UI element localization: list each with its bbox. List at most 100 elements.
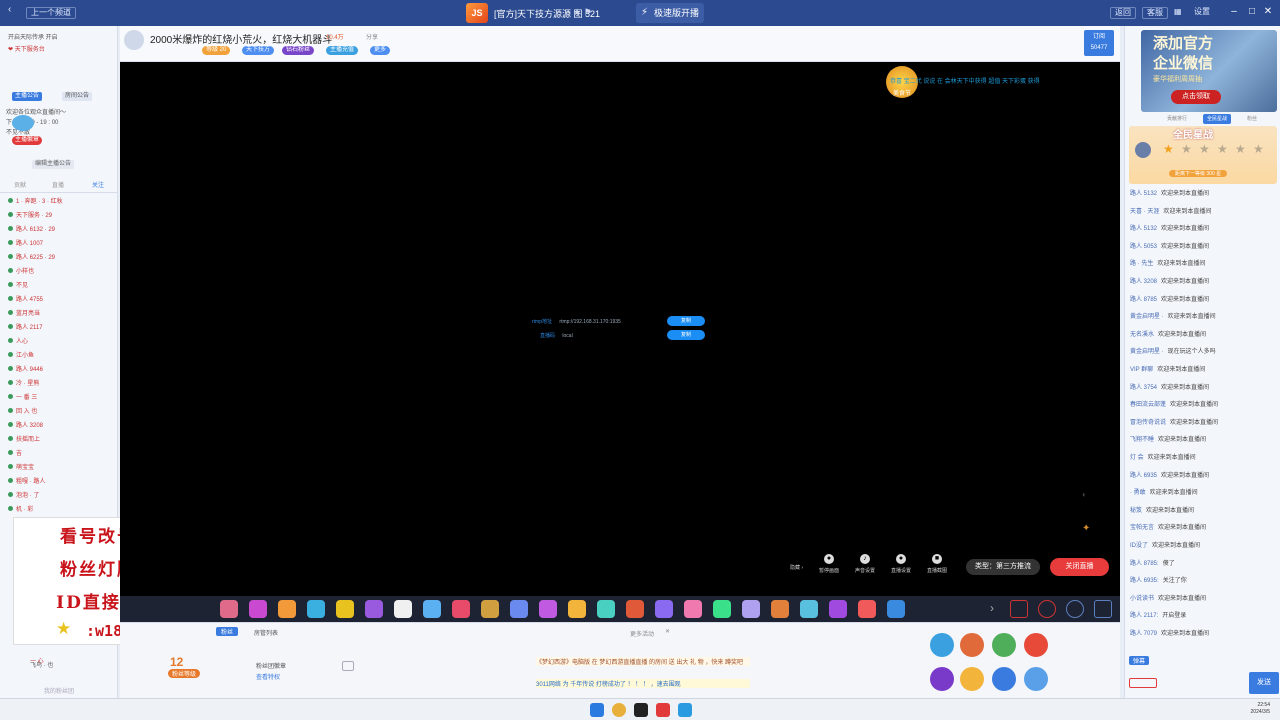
sound-settings-button[interactable]: ♪ 声音设置 bbox=[850, 554, 880, 574]
activity-icon[interactable] bbox=[1066, 600, 1084, 618]
copy-key-button[interactable]: 复制 bbox=[667, 330, 705, 340]
live-settings-button[interactable]: ● 直播设置 bbox=[886, 554, 916, 574]
chat-message[interactable]: 路人 2117: 开启登录 bbox=[1130, 610, 1276, 619]
chat-message[interactable]: 路 · 先生 欢迎来到本直播间 bbox=[1130, 258, 1276, 267]
gift-next-icon[interactable]: › bbox=[990, 601, 994, 615]
return-button[interactable]: 返回 bbox=[1110, 7, 1136, 19]
chat-message[interactable]: 飞翔不睡 欢迎来到本直播间 bbox=[1130, 434, 1276, 443]
tab-contribution[interactable]: 贡献 bbox=[14, 180, 26, 189]
fan-group-link[interactable]: 我的粉丝团 bbox=[44, 686, 74, 695]
gift-box-icon[interactable] bbox=[1010, 600, 1028, 618]
chat-message[interactable]: 路人 7079 欢迎来到本直播间 bbox=[1130, 628, 1276, 637]
gift-icon[interactable] bbox=[307, 600, 325, 618]
list-item[interactable]: 小样也 bbox=[8, 266, 34, 275]
privilege-link[interactable]: 查看特权 bbox=[256, 672, 280, 681]
chat-user[interactable]: · 勇敢 bbox=[1130, 490, 1146, 496]
gift-icon[interactable] bbox=[742, 600, 760, 618]
chat-user[interactable]: ID没了 bbox=[1130, 543, 1148, 549]
chat-user[interactable]: 灯 会 bbox=[1130, 455, 1144, 461]
chat-user[interactable]: 路人 5053 bbox=[1130, 244, 1157, 250]
chat-user[interactable]: 路人 2117: bbox=[1130, 613, 1158, 619]
gift-icon[interactable] bbox=[481, 600, 499, 618]
chat-message[interactable]: 春田流云部蓬 欢迎来到本直播间 bbox=[1130, 399, 1276, 408]
news-close-icon[interactable]: ✕ bbox=[665, 628, 670, 635]
list-item[interactable]: 路人 9446 bbox=[8, 364, 43, 373]
chat-user[interactable]: 春田流云部蓬 bbox=[1130, 402, 1166, 408]
chat-message[interactable]: · 勇敢 欢迎来到本直播间 bbox=[1130, 487, 1276, 496]
chat-message[interactable]: 路人 3754 欢迎来到本直播间 bbox=[1130, 382, 1276, 391]
news-line-1[interactable]: 《梦幻西游》电脑版 在 梦幻西游直播直播 的房间 送 出大 礼 物 ，快来 蹲奖… bbox=[536, 657, 750, 666]
chat-message[interactable]: 灯 会欢迎来到本直播间 bbox=[1130, 452, 1276, 461]
tab-fans-rank[interactable]: 粉丝 bbox=[1243, 114, 1261, 124]
chat-message[interactable]: 路人 3208 欢迎来到本直播间 bbox=[1130, 276, 1276, 285]
chat-tool-1[interactable]: 弹幕 bbox=[1129, 656, 1150, 665]
gift-icon[interactable] bbox=[626, 600, 644, 618]
list-item[interactable]: 1 · 奔跑 · 3 · 红秋 bbox=[8, 196, 63, 205]
gift-icon[interactable] bbox=[249, 600, 267, 618]
list-item[interactable]: 人心 bbox=[8, 336, 28, 345]
chat-user[interactable]: 路 · 先生 bbox=[1130, 261, 1153, 267]
room-title[interactable]: 2000米爆炸的红烧小荒火，红烧大机器斗 bbox=[150, 31, 332, 46]
chat-user[interactable]: 天喜 · 天涯 bbox=[1130, 209, 1159, 215]
wechat-ad-banner[interactable]: 添加官方 企业微信 豪华福利周周抽 点击领取 bbox=[1141, 30, 1277, 112]
gift-icon[interactable] bbox=[278, 600, 296, 618]
trash-icon[interactable] bbox=[1094, 600, 1112, 618]
gift-icon[interactable] bbox=[655, 600, 673, 618]
list-item[interactable]: 粗嘎 · 路人 bbox=[8, 476, 45, 485]
chat-message[interactable]: 黄金启明星 · 现在玩这个人多吗 bbox=[1130, 346, 1276, 355]
chat-user[interactable]: 路人 8785: bbox=[1130, 561, 1159, 567]
gift-icon[interactable] bbox=[568, 600, 586, 618]
list-item[interactable]: 蓝月亮当 bbox=[8, 308, 40, 317]
activity-icon-8[interactable] bbox=[1024, 667, 1048, 691]
chat-user[interactable]: 路人 3754 bbox=[1130, 385, 1157, 391]
chat-message[interactable]: 路人 8785: 傻了 bbox=[1130, 558, 1276, 567]
tab-star-war[interactable]: 全民星战 bbox=[1203, 114, 1232, 124]
chat-input[interactable] bbox=[1129, 678, 1157, 688]
chat-user[interactable]: 路人 5132 bbox=[1130, 226, 1157, 232]
channel-badge[interactable]: 天下技方 bbox=[242, 46, 275, 55]
recorder-icon[interactable] bbox=[656, 703, 670, 717]
star-war-panel[interactable]: 全民星战 ★ ★ ★ ★ ★ ★ 距离下一等级 300 星 bbox=[1129, 126, 1277, 184]
gift-icon[interactable] bbox=[423, 600, 441, 618]
gift-icon[interactable] bbox=[220, 600, 238, 618]
activity-icon-1[interactable] bbox=[930, 633, 954, 657]
list-item[interactable]: 吉 bbox=[8, 448, 22, 457]
list-item[interactable]: 江小鱼 bbox=[8, 350, 34, 359]
list-item[interactable]: 机 · 彩 bbox=[8, 504, 33, 513]
tab-contribution-rank[interactable]: 贡献排行 bbox=[1163, 114, 1191, 124]
wechat-ad-button[interactable]: 点击领取 bbox=[1171, 90, 1221, 104]
chat-user[interactable]: 路人 6935: bbox=[1130, 578, 1159, 584]
diamond-fan-badge[interactable]: 钻石粉丝 bbox=[282, 46, 315, 55]
more-badge[interactable]: 更多 bbox=[370, 46, 391, 55]
chat-user[interactable]: 宝帕无言 bbox=[1130, 525, 1154, 531]
avatar[interactable] bbox=[124, 30, 144, 50]
gift-icon[interactable] bbox=[713, 600, 731, 618]
left-top-line-2[interactable]: ❤ 天下服务台 bbox=[8, 44, 45, 53]
pause-screen-button[interactable]: ● 暂停画面 bbox=[814, 554, 844, 574]
chat-user[interactable]: 黄金启明星 · bbox=[1130, 314, 1164, 320]
gift-icon[interactable] bbox=[771, 600, 789, 618]
edit-notice-button[interactable]: 编辑主播公告 bbox=[32, 160, 75, 169]
recharge-badge[interactable]: 主播充值 bbox=[326, 46, 359, 55]
activity-icon-3[interactable] bbox=[992, 633, 1016, 657]
gift-icon[interactable] bbox=[336, 600, 354, 618]
chat-user[interactable]: 路人 3208 bbox=[1130, 279, 1157, 285]
list-item[interactable]: 扶摇而上 bbox=[8, 434, 40, 443]
gift-icon[interactable] bbox=[684, 600, 702, 618]
chat-user[interactable]: 飞翔不睡 bbox=[1130, 437, 1154, 443]
gift-icon[interactable] bbox=[597, 600, 615, 618]
footer-user-2[interactable]: 飞鸟 · 也 bbox=[30, 660, 53, 669]
obs-icon[interactable] bbox=[634, 703, 648, 717]
chat-message[interactable]: 路人 8785 欢迎来到本直播间 bbox=[1130, 294, 1276, 303]
chat-user[interactable]: 小说读书 bbox=[1130, 596, 1154, 602]
subscribe-button[interactable]: 订阅 50477 bbox=[1084, 30, 1114, 56]
chat-message[interactable]: 秘笈 欢迎来到本直播间 bbox=[1130, 505, 1276, 514]
chat-user[interactable]: 路人 7079 bbox=[1130, 631, 1157, 637]
chat-user[interactable]: 无名溪水 bbox=[1130, 332, 1154, 338]
tab-managers[interactable]: 房管列表 bbox=[254, 628, 278, 637]
window-small-icons[interactable]: ♪ ★ ⚑ bbox=[566, 7, 592, 18]
settings-button[interactable]: 设置 bbox=[1190, 7, 1214, 19]
chat-message[interactable]: 路人 6935: 关注了你 bbox=[1130, 575, 1276, 584]
calendar-icon[interactable] bbox=[342, 661, 354, 671]
share-button[interactable]: 分享 bbox=[366, 32, 378, 41]
